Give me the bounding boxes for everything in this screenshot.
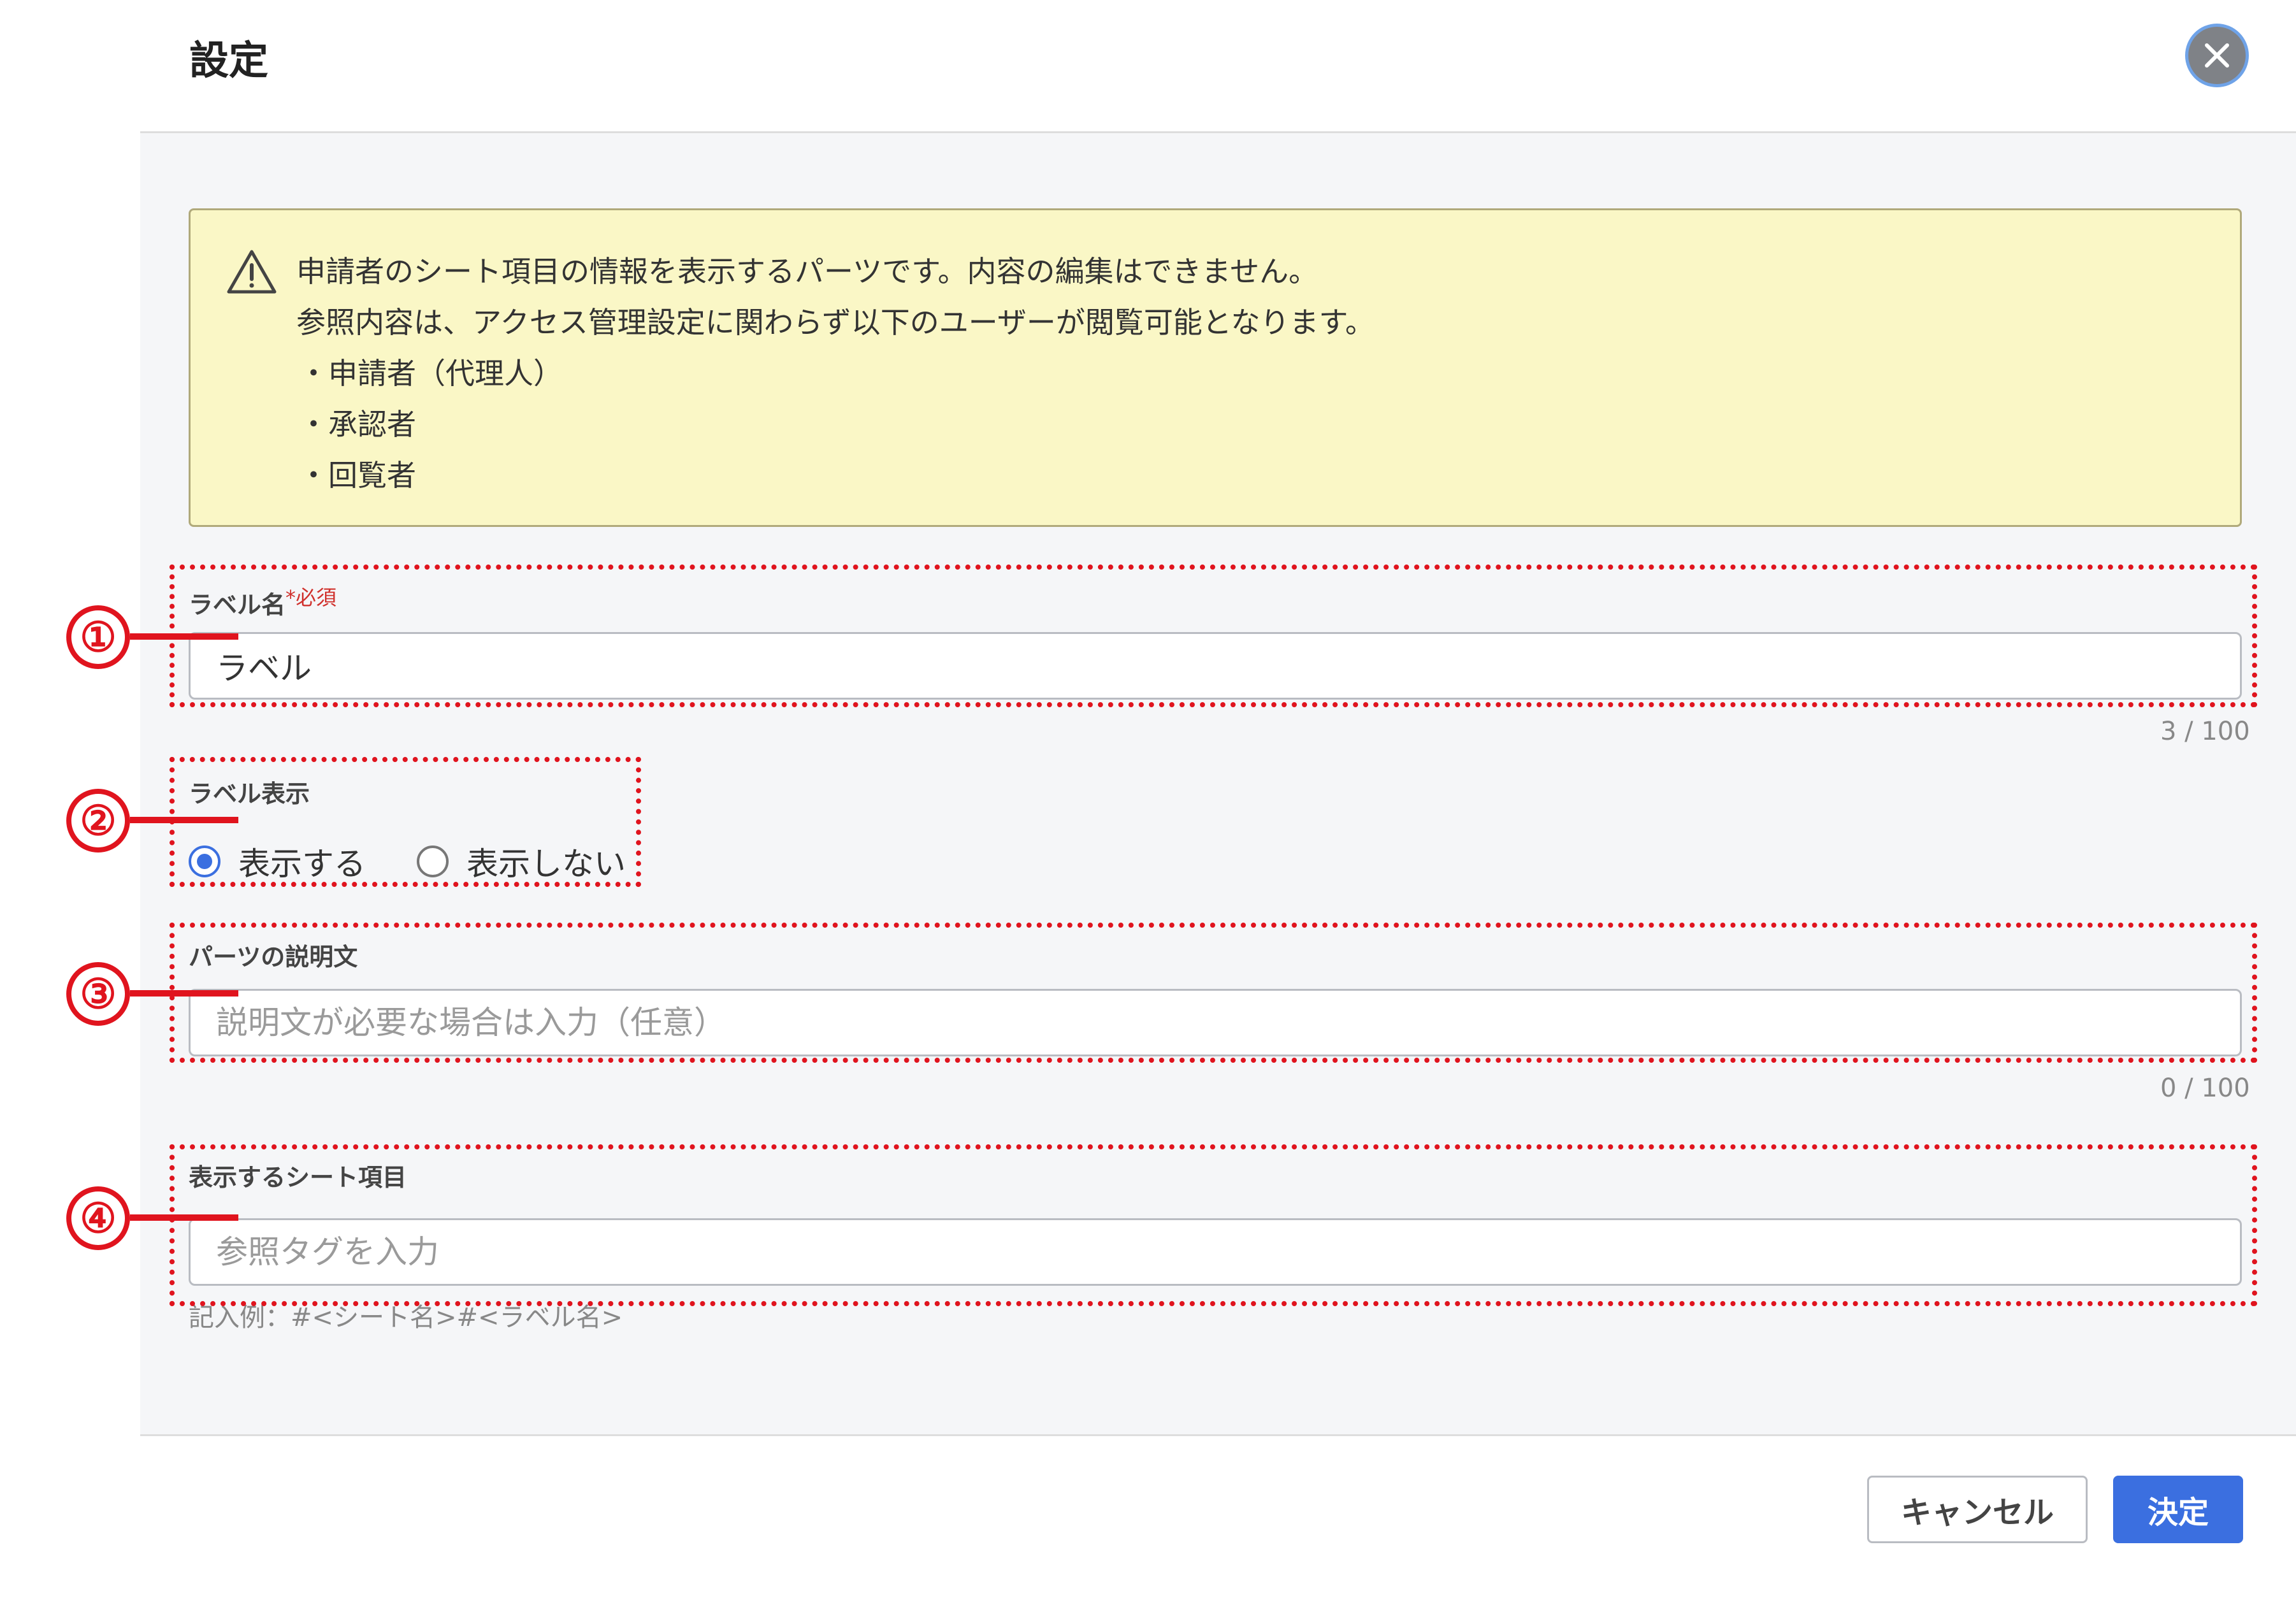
notice-bullet: ・承認者	[299, 407, 416, 442]
callout-number: ④	[66, 1186, 130, 1250]
callout-line	[130, 817, 238, 823]
callout-line	[130, 633, 238, 640]
sheet-item-hint: 記入例：#<シート名>#<ラベル名>	[189, 1303, 623, 1332]
callout-number: ③	[66, 962, 130, 1026]
notice-line: 申請者のシート項目の情報を表示するパーツです。内容の編集はできません。	[296, 254, 1318, 289]
notice-text: 申請者のシート項目の情報を表示するパーツです。内容の編集はできません。 参照内容…	[296, 246, 1375, 501]
callout-number: ①	[66, 605, 130, 669]
notice-bullet: ・回覧者	[299, 458, 416, 493]
label-display-radio-group: 表示する 表示しない	[189, 836, 677, 887]
description-counter: 0 / 100	[2160, 1074, 2250, 1103]
radio-hide-label: 表示しない	[466, 846, 626, 882]
label-name-input[interactable]	[189, 632, 2242, 700]
dialog-header: 設定	[0, 0, 2296, 131]
radio-show-label: 表示する	[238, 846, 366, 882]
warning-triangle-icon	[227, 250, 277, 294]
required-mark: *必須	[285, 586, 337, 610]
settings-dialog: 設定 申請者のシート項目の情報を表示するパーツです。内容の編集はできません。 参…	[0, 0, 2296, 1612]
description-input[interactable]	[189, 989, 2242, 1056]
close-icon	[2205, 43, 2229, 68]
dialog-title: 設定	[189, 37, 269, 83]
callout-number: ②	[66, 789, 130, 853]
callout-2: ②	[66, 789, 238, 853]
radio-hide-circle[interactable]	[417, 846, 449, 877]
callout-4: ④	[66, 1186, 238, 1250]
label-name-counter: 3 / 100	[2160, 717, 2250, 746]
notice-bullet: ・申請者（代理人）	[299, 356, 563, 391]
radio-hide[interactable]: 表示しない	[417, 838, 626, 884]
confirm-button[interactable]: 決定	[2113, 1476, 2243, 1543]
footer-divider	[140, 1434, 2296, 1436]
callout-3: ③	[66, 962, 238, 1026]
sheet-item-input[interactable]	[189, 1218, 2242, 1286]
callout-line	[130, 990, 238, 997]
callout-line	[130, 1214, 238, 1221]
notice-box: 申請者のシート項目の情報を表示するパーツです。内容の編集はできません。 参照内容…	[189, 208, 2242, 527]
callout-1: ①	[66, 605, 238, 669]
close-button[interactable]	[2188, 27, 2246, 84]
cancel-button[interactable]: キャンセル	[1867, 1476, 2088, 1543]
notice-line: 参照内容は、アクセス管理設定に関わらず以下のユーザーが閲覧可能となります。	[296, 305, 1375, 340]
